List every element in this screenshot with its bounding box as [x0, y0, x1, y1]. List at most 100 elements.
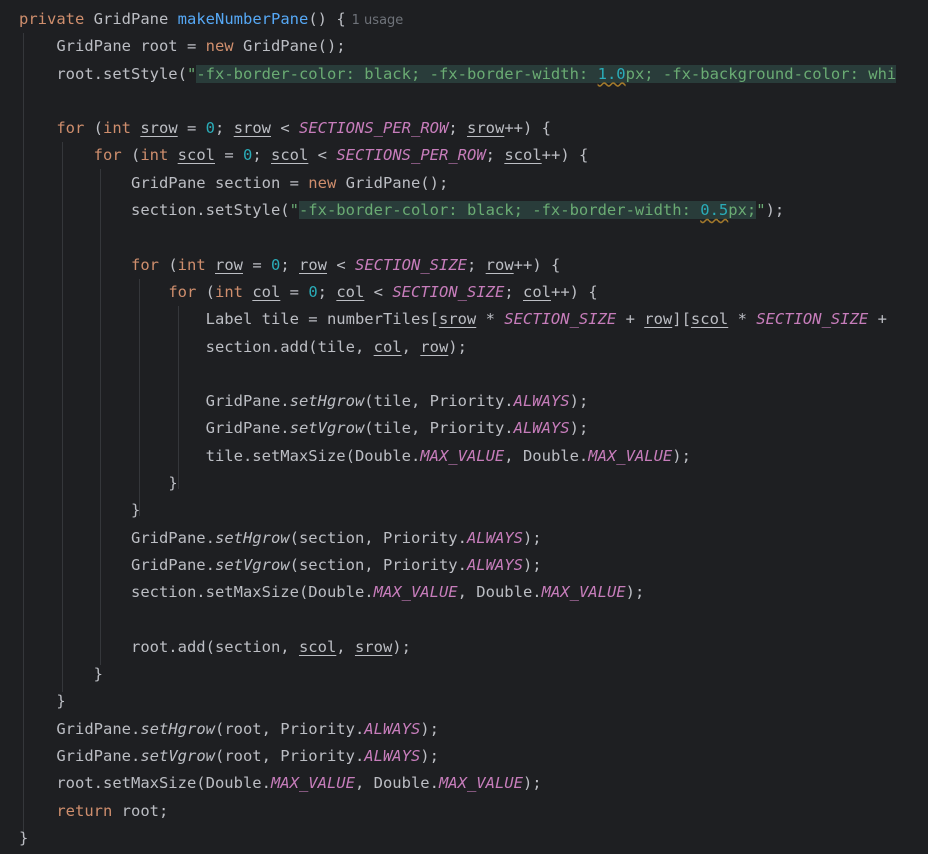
string-literal: px; -fx-background-color: whi: [625, 64, 897, 83]
code-token: }: [168, 474, 178, 493]
code-token: srow: [467, 119, 505, 138]
code-line[interactable]: return root;: [0, 798, 928, 825]
code-token: GridPane();: [336, 173, 449, 192]
code-token: (: [121, 146, 141, 165]
code-token: );: [522, 774, 542, 793]
code-token: +: [868, 310, 887, 329]
code-line[interactable]: }: [0, 688, 928, 715]
code-token: () {: [308, 10, 346, 28]
code-line[interactable]: GridPane.setVgrow(root, Priority.ALWAYS)…: [0, 743, 928, 770]
code-line[interactable]: [0, 361, 928, 388]
code-token: row: [215, 255, 243, 274]
code-line[interactable]: for (int scol = 0; scol < SECTIONS_PER_R…: [0, 142, 928, 169]
code-token: (section, Priority.: [289, 555, 467, 574]
code-token: );: [765, 201, 785, 220]
code-token: tile.setMaxSize(Double.: [205, 446, 421, 465]
code-line[interactable]: }: [0, 497, 928, 524]
code-token: GridPane();: [233, 37, 346, 56]
code-token: scol: [504, 146, 542, 165]
code-token: <: [327, 255, 356, 274]
code-token: SECTION_SIZE: [504, 310, 617, 329]
code-line[interactable]: [0, 224, 928, 251]
code-line[interactable]: [0, 88, 928, 115]
code-line[interactable]: root.add(section, scol, srow);: [0, 634, 928, 661]
code-line[interactable]: [0, 607, 928, 634]
code-token: (tile, Priority.: [364, 419, 514, 438]
code-line[interactable]: for (int col = 0; col < SECTION_SIZE; co…: [0, 279, 928, 306]
code-token: ++) {: [551, 282, 598, 301]
code-token: ;: [467, 255, 486, 274]
code-token: ,: [401, 337, 421, 356]
code-token: GridPane: [93, 10, 169, 28]
code-token: (root, Priority.: [214, 747, 365, 766]
code-line[interactable]: root.setMaxSize(Double. MAX_VALUE, Double…: [0, 770, 928, 797]
code-line[interactable]: for (int row = 0; row < SECTION_SIZE; ro…: [0, 252, 928, 279]
code-token: col: [373, 337, 402, 356]
code-token: ;: [504, 282, 523, 301]
code-token: MAX_VALUE: [373, 583, 458, 602]
code-line[interactable]: for (int srow = 0; srow < SECTIONS_PER_R…: [0, 115, 928, 142]
usage-hint[interactable]: 1 usage: [352, 13, 404, 28]
code-line[interactable]: GridPane.setHgrow(root, Priority.ALWAYS)…: [0, 716, 928, 743]
code-line[interactable]: root.setStyle("-fx-border-color: black; …: [0, 61, 928, 88]
code-token: ALWAYS: [466, 555, 523, 574]
code-line[interactable]: }: [0, 470, 928, 497]
code-token: ][: [672, 310, 691, 329]
code-token: setVgrow: [140, 747, 215, 766]
code-editor[interactable]: private GridPane makeNumberPane() {1 usa…: [0, 0, 928, 854]
code-token: GridPane.: [56, 719, 141, 738]
code-line[interactable]: GridPane.setVgrow(section, Priority.ALWA…: [0, 552, 928, 579]
code-token: );: [672, 446, 691, 465]
code-token: ": [186, 64, 197, 83]
code-line[interactable]: section.setMaxSize(Double.MAX_VALUE, Dou…: [0, 579, 928, 606]
code-token: col: [336, 282, 365, 301]
code-token: );: [569, 419, 589, 438]
code-token: row: [420, 337, 449, 356]
code-token: section.setStyle(: [130, 201, 290, 220]
code-line[interactable]: GridPane section = new GridPane();: [0, 170, 928, 197]
code-token: ;: [252, 146, 272, 165]
code-token: GridPane.: [130, 528, 215, 547]
code-token: setHgrow: [140, 719, 215, 738]
code-token: }: [130, 501, 141, 520]
code-token: int: [214, 282, 243, 301]
code-line[interactable]: GridPane root = new GridPane();: [0, 33, 928, 60]
code-line[interactable]: }: [0, 661, 928, 688]
code-token: ALWAYS: [513, 392, 570, 411]
code-token: srow: [354, 637, 393, 656]
code-token: row: [485, 255, 514, 274]
code-token: (root, Priority.: [214, 719, 365, 738]
code-token: GridPane root =: [56, 37, 206, 56]
code-token: <: [308, 146, 337, 165]
code-token: root.setMaxSize(Double.: [56, 774, 271, 793]
code-line[interactable]: GridPane.setHgrow(tile, Priority.ALWAYS)…: [0, 388, 928, 415]
method-name: makeNumberPane: [177, 10, 309, 28]
code-token: *: [476, 310, 505, 329]
code-line[interactable]: private GridPane makeNumberPane() {1 usa…: [0, 6, 928, 33]
code-line[interactable]: section.setStyle("-fx-border-color: blac…: [0, 197, 928, 224]
string-literal: px;: [728, 201, 757, 220]
code-token: col: [523, 282, 551, 301]
code-token: setHgrow: [289, 392, 365, 411]
code-line[interactable]: }: [0, 825, 928, 852]
code-token: row: [644, 310, 673, 329]
code-token: for: [56, 119, 85, 138]
code-token: <: [364, 282, 393, 301]
code-token: section.add(tile,: [205, 337, 374, 356]
code-line[interactable]: GridPane.setVgrow(tile, Priority.ALWAYS)…: [0, 415, 928, 442]
code-token: ;: [448, 119, 467, 138]
code-token: =: [177, 119, 206, 138]
code-line[interactable]: GridPane.setHgrow(section, Priority.ALWA…: [0, 525, 928, 552]
code-token: ;: [215, 119, 234, 138]
code-line[interactable]: Label tile = numberTiles[srow * SECTION_…: [0, 306, 928, 333]
code-token: 0: [308, 282, 318, 301]
code-token: MAX_VALUE: [438, 774, 523, 793]
code-token: setHgrow: [214, 528, 290, 547]
code-token: GridPane.: [205, 419, 290, 438]
code-token: , Double.: [354, 774, 439, 793]
code-token: ALWAYS: [364, 719, 421, 738]
code-line[interactable]: section.add(tile, col, row);: [0, 334, 928, 361]
code-line[interactable]: tile.setMaxSize(Double.MAX_VALUE, Double…: [0, 443, 928, 470]
